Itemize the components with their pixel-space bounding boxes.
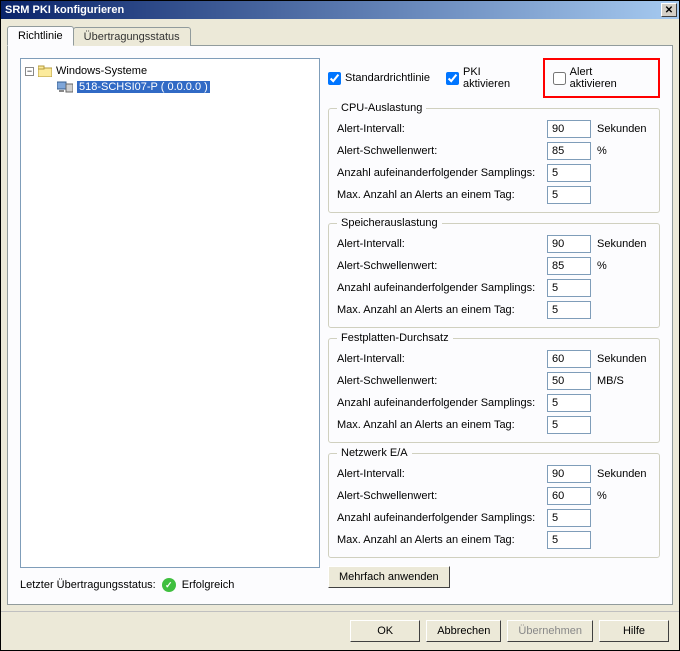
status-ok-icon: ✓ <box>162 578 176 592</box>
cancel-button[interactable]: Abbrechen <box>426 620 501 642</box>
disk-threshold-label: Alert-Schwellenwert: <box>337 375 541 387</box>
left-column: − Windows-Systeme 518-SCHSI07-P ( 0.0.0.… <box>20 58 320 592</box>
standard-policy-checkbox[interactable] <box>328 72 341 85</box>
disk-interval-input[interactable] <box>547 350 591 368</box>
net-threshold-label: Alert-Schwellenwert: <box>337 490 541 502</box>
group-net-legend: Netzwerk E/A <box>337 447 412 459</box>
status-row: Letzter Übertragungsstatus: ✓ Erfolgreic… <box>20 578 320 592</box>
systems-tree[interactable]: − Windows-Systeme 518-SCHSI07-P ( 0.0.0.… <box>20 58 320 568</box>
disk-samplings-label: Anzahl aufeinanderfolgender Samplings: <box>337 397 541 409</box>
cpu-interval-label: Alert-Intervall: <box>337 123 541 135</box>
standard-policy-label: Standardrichtlinie <box>345 72 430 84</box>
top-checkbox-row: Standardrichtlinie PKI aktivieren Alert … <box>328 58 660 98</box>
group-cpu-legend: CPU-Auslastung <box>337 102 426 114</box>
titlebar: SRM PKI konfigurieren ✕ <box>1 1 679 19</box>
alert-enable-label: Alert aktivieren <box>570 66 638 90</box>
net-interval-label: Alert-Intervall: <box>337 468 541 480</box>
status-label: Letzter Übertragungsstatus: <box>20 579 156 591</box>
mem-threshold-input[interactable] <box>547 257 591 275</box>
group-cpu: CPU-Auslastung Alert-Intervall: Sekunden… <box>328 102 660 213</box>
collapse-icon[interactable]: − <box>25 67 34 76</box>
pki-enable-checkbox[interactable] <box>446 72 459 85</box>
mem-samplings-label: Anzahl aufeinanderfolgender Samplings: <box>337 282 541 294</box>
mem-interval-unit: Sekunden <box>597 238 651 250</box>
tab-pane: − Windows-Systeme 518-SCHSI07-P ( 0.0.0.… <box>7 45 673 605</box>
cpu-interval-input[interactable] <box>547 120 591 138</box>
mem-maxday-label: Max. Anzahl an Alerts an einem Tag: <box>337 304 541 316</box>
mem-threshold-unit: % <box>597 260 651 272</box>
cpu-samplings-input[interactable] <box>547 164 591 182</box>
cpu-threshold-label: Alert-Schwellenwert: <box>337 145 541 157</box>
pki-enable-check[interactable]: PKI aktivieren <box>446 66 527 90</box>
cpu-samplings-label: Anzahl aufeinanderfolgender Samplings: <box>337 167 541 179</box>
mem-threshold-label: Alert-Schwellenwert: <box>337 260 541 272</box>
tab-uebertragungsstatus[interactable]: Übertragungsstatus <box>73 27 191 46</box>
disk-interval-label: Alert-Intervall: <box>337 353 541 365</box>
net-threshold-unit: % <box>597 490 651 502</box>
tab-strip: Richtlinie Übertragungsstatus <box>7 25 673 45</box>
cpu-threshold-unit: % <box>597 145 651 157</box>
disk-maxday-label: Max. Anzahl an Alerts an einem Tag: <box>337 419 541 431</box>
group-mem-legend: Speicherauslastung <box>337 217 442 229</box>
group-net: Netzwerk E/A Alert-Intervall: Sekunden A… <box>328 447 660 558</box>
mem-interval-input[interactable] <box>547 235 591 253</box>
multi-apply-button[interactable]: Mehrfach anwenden <box>328 566 450 588</box>
apply-button[interactable]: Übernehmen <box>507 620 593 642</box>
disk-maxday-input[interactable] <box>547 416 591 434</box>
disk-samplings-input[interactable] <box>547 394 591 412</box>
tree-row-node[interactable]: 518-SCHSI07-P ( 0.0.0.0 ) <box>25 79 315 95</box>
net-threshold-input[interactable] <box>547 487 591 505</box>
net-maxday-input[interactable] <box>547 531 591 549</box>
cpu-maxday-label: Max. Anzahl an Alerts an einem Tag: <box>337 189 541 201</box>
mem-interval-label: Alert-Intervall: <box>337 238 541 250</box>
disk-threshold-input[interactable] <box>547 372 591 390</box>
close-icon[interactable]: ✕ <box>661 3 677 17</box>
button-bar: OK Abbrechen Übernehmen Hilfe <box>1 611 679 650</box>
window: SRM PKI konfigurieren ✕ Richtlinie Übert… <box>0 0 680 651</box>
pki-enable-label: PKI aktivieren <box>463 66 527 90</box>
net-samplings-input[interactable] <box>547 509 591 527</box>
ok-button[interactable]: OK <box>350 620 420 642</box>
window-title: SRM PKI konfigurieren <box>5 4 659 16</box>
disk-threshold-unit: MB/S <box>597 375 651 387</box>
group-mem: Speicherauslastung Alert-Intervall: Seku… <box>328 217 660 328</box>
tab-richtlinie[interactable]: Richtlinie <box>7 26 74 46</box>
group-disk-legend: Festplatten-Durchsatz <box>337 332 453 344</box>
net-samplings-label: Anzahl aufeinanderfolgender Samplings: <box>337 512 541 524</box>
mem-maxday-input[interactable] <box>547 301 591 319</box>
client-area: Richtlinie Übertragungsstatus − Windows-… <box>1 19 679 611</box>
mem-samplings-input[interactable] <box>547 279 591 297</box>
tree-root-label: Windows-Systeme <box>56 65 147 77</box>
tree-row-root[interactable]: − Windows-Systeme <box>25 63 315 79</box>
alert-enable-check[interactable]: Alert aktivieren <box>543 58 660 98</box>
right-column: Standardrichtlinie PKI aktivieren Alert … <box>328 58 660 592</box>
standard-policy-check[interactable]: Standardrichtlinie <box>328 72 430 85</box>
folder-icon <box>38 65 52 77</box>
help-button[interactable]: Hilfe <box>599 620 669 642</box>
cpu-threshold-input[interactable] <box>547 142 591 160</box>
net-interval-input[interactable] <box>547 465 591 483</box>
status-value: Erfolgreich <box>182 579 235 591</box>
alert-enable-checkbox[interactable] <box>553 72 566 85</box>
cpu-interval-unit: Sekunden <box>597 123 651 135</box>
net-interval-unit: Sekunden <box>597 468 651 480</box>
group-disk: Festplatten-Durchsatz Alert-Intervall: S… <box>328 332 660 443</box>
cpu-maxday-input[interactable] <box>547 186 591 204</box>
tree-node-label: 518-SCHSI07-P ( 0.0.0.0 ) <box>77 81 210 93</box>
net-maxday-label: Max. Anzahl an Alerts an einem Tag: <box>337 534 541 546</box>
server-icon <box>57 81 73 93</box>
disk-interval-unit: Sekunden <box>597 353 651 365</box>
